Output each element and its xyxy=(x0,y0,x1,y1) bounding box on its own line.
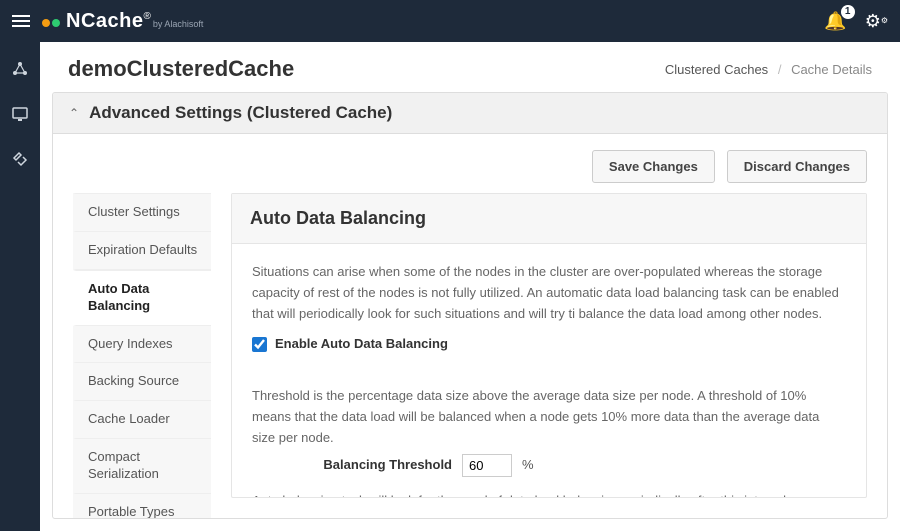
page-title: demoClusteredCache xyxy=(68,56,294,82)
nav-tools-icon[interactable] xyxy=(11,150,29,171)
sidenav-item-query-indexes[interactable]: Query Indexes xyxy=(73,326,211,364)
notification-badge: 1 xyxy=(841,5,855,19)
notifications-icon[interactable]: 🔔 1 xyxy=(824,11,846,32)
detail-heading: Auto Data Balancing xyxy=(232,194,866,244)
enable-label[interactable]: Enable Auto Data Balancing xyxy=(275,334,448,355)
breadcrumb-separator: / xyxy=(778,62,782,77)
panel-header[interactable]: ⌃ Advanced Settings (Clustered Cache) xyxy=(53,93,887,134)
settings-icon[interactable]: ⚙⚙ xyxy=(865,11,888,32)
save-button[interactable]: Save Changes xyxy=(592,150,715,183)
intro-text: Situations can arise when some of the no… xyxy=(252,262,846,324)
sidenav-item-compact-serialization[interactable]: Compact Serialization xyxy=(73,439,211,494)
sidenav-item-backing-source[interactable]: Backing Source xyxy=(73,363,211,401)
breadcrumb-current: Cache Details xyxy=(791,62,872,77)
logo-text: NCache xyxy=(66,10,143,33)
threshold-input[interactable] xyxy=(462,454,512,477)
menu-toggle-icon[interactable] xyxy=(12,12,30,30)
threshold-unit: % xyxy=(522,455,534,476)
breadcrumb-parent[interactable]: Clustered Caches xyxy=(665,62,768,77)
enable-checkbox[interactable] xyxy=(252,337,267,352)
detail-panel: Auto Data Balancing Situations can arise… xyxy=(231,193,867,498)
threshold-label: Balancing Threshold xyxy=(252,455,452,476)
sidenav-item-cache-loader[interactable]: Cache Loader xyxy=(73,401,211,439)
logo-subtext: by Alachisoft xyxy=(153,19,204,29)
sidenav-item-expiration-defaults[interactable]: Expiration Defaults xyxy=(73,232,211,270)
sidenav-item-cluster-settings[interactable]: Cluster Settings xyxy=(73,193,211,232)
app-logo: NCache ® by Alachisoft xyxy=(42,10,824,33)
breadcrumb: Clustered Caches / Cache Details xyxy=(665,62,872,77)
sidenav-item-auto-data-balancing[interactable]: Auto Data Balancing xyxy=(73,270,211,326)
nav-monitor-icon[interactable] xyxy=(11,105,29,126)
settings-side-nav: Cluster SettingsExpiration DefaultsAuto … xyxy=(73,193,211,498)
nav-cluster-icon[interactable] xyxy=(11,60,29,81)
collapse-icon[interactable]: ⌃ xyxy=(69,106,79,120)
reg-mark: ® xyxy=(143,11,150,22)
advanced-settings-panel: ⌃ Advanced Settings (Clustered Cache) Sa… xyxy=(52,92,888,519)
discard-button[interactable]: Discard Changes xyxy=(727,150,867,183)
top-bar: NCache ® by Alachisoft 🔔 1 ⚙⚙ xyxy=(0,0,900,42)
interval-desc: Auto balancing task will look for the ne… xyxy=(252,491,846,498)
threshold-desc: Threshold is the percentage data size ab… xyxy=(252,386,846,448)
left-nav xyxy=(0,42,40,531)
logo-icon xyxy=(42,19,62,27)
sidenav-item-portable-types[interactable]: Portable Types xyxy=(73,494,211,518)
panel-title: Advanced Settings (Clustered Cache) xyxy=(89,103,392,123)
